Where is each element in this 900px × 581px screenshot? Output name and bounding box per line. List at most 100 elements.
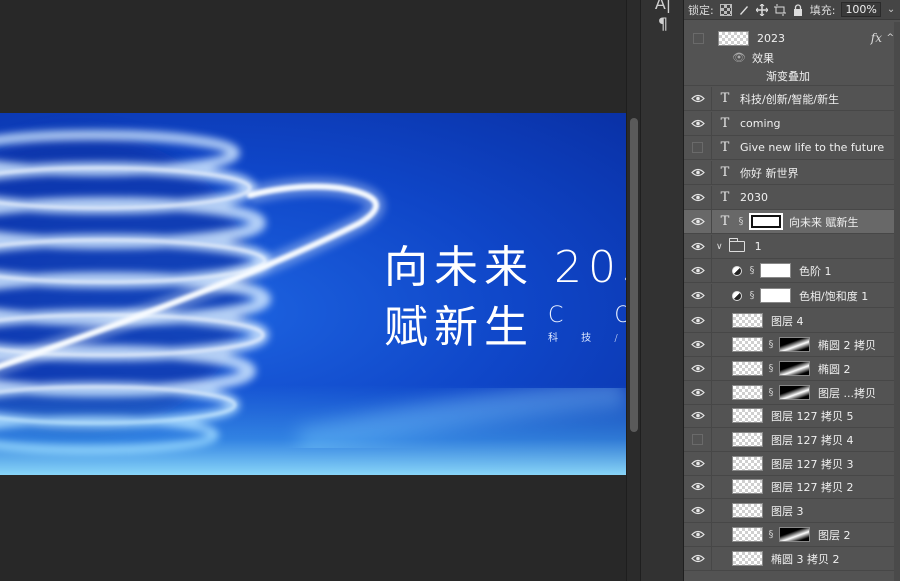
- fill-input[interactable]: 100%: [841, 2, 881, 17]
- layer-thumbnail: [732, 313, 763, 328]
- lock-artboard-icon[interactable]: [773, 3, 786, 16]
- layer-row[interactable]: T 科技/创新/智能/新生: [684, 86, 900, 111]
- layer-name: 图层 127 拷贝 5: [771, 409, 854, 423]
- link-chain-icon[interactable]: §: [766, 387, 776, 398]
- text-layer-icon: T: [720, 165, 730, 180]
- character-icon[interactable]: A|: [653, 0, 673, 14]
- layer-row[interactable]: 图层 127 拷贝 3: [684, 451, 900, 476]
- text-layer-icon: T: [720, 190, 730, 205]
- layer-name: 科技/创新/智能/新生: [740, 92, 840, 106]
- layer-row[interactable]: T § 向未来 赋新生: [684, 209, 900, 234]
- layer-row[interactable]: 图层 127 拷贝 5: [684, 403, 900, 428]
- visibility-toggle[interactable]: [684, 356, 712, 381]
- fx-icon[interactable]: fx: [871, 31, 882, 45]
- layer-row[interactable]: 图层 127 拷贝 4: [684, 427, 900, 452]
- visibility-toggle[interactable]: [684, 522, 712, 547]
- visibility-toggle[interactable]: [684, 135, 712, 160]
- layer-name: coming: [740, 117, 781, 130]
- layer-thumbnail: [732, 432, 763, 447]
- layer-row[interactable]: Tcoming: [684, 111, 900, 136]
- layer-mask-thumbnail[interactable]: [779, 361, 810, 376]
- visibility-off-box: [692, 142, 703, 153]
- adjustment-mask-thumbnail[interactable]: [760, 288, 791, 303]
- layer-row[interactable]: § 椭圆 2: [684, 356, 900, 381]
- scrollbar-thumb[interactable]: [630, 118, 638, 432]
- layer-row[interactable]: § 色相/饱和度 1: [684, 283, 900, 308]
- effects-eye-icon[interactable]: 👁: [732, 51, 746, 64]
- visibility-toggle[interactable]: [684, 283, 712, 308]
- fill-dropdown-chevron-icon[interactable]: ⌄: [887, 4, 895, 15]
- layer-name: 图层 4: [771, 314, 804, 328]
- layer-mask-thumbnail[interactable]: [779, 527, 810, 542]
- visibility-toggle[interactable]: [684, 308, 712, 333]
- layer-row[interactable]: 图层 3: [684, 498, 900, 523]
- layer-row[interactable]: § 图层 ...拷贝: [684, 380, 900, 405]
- panel-tool-strip: A| ¶: [640, 0, 684, 581]
- group-expand-caret-icon[interactable]: ∨: [716, 242, 723, 252]
- lock-transparent-icon[interactable]: [719, 3, 732, 16]
- layer-name: 你好 新世界: [740, 166, 799, 180]
- layer-name: 图层 2: [818, 528, 851, 542]
- visibility-toggle[interactable]: [684, 86, 712, 111]
- layer-row-content: § 椭圆 2 拷贝: [712, 337, 876, 353]
- visibility-toggle[interactable]: [684, 403, 712, 428]
- visibility-toggle[interactable]: [684, 209, 712, 234]
- layer-row[interactable]: § 椭圆 2 拷贝: [684, 332, 900, 357]
- layer-row[interactable]: T Give new life to the future: [684, 135, 900, 160]
- visibility-toggle[interactable]: [684, 234, 712, 259]
- layer-thumbnail: [732, 479, 763, 494]
- layer-mask-thumbnail[interactable]: [779, 337, 810, 352]
- lock-image-brush-icon[interactable]: [738, 4, 750, 16]
- eye-icon: [690, 168, 705, 177]
- layer-name: 色相/饱和度 1: [799, 289, 869, 303]
- layers-panel-scrollbar[interactable]: [894, 22, 900, 581]
- document-artboard[interactable]: 向未来 203 赋新生 C O 科 技 / 创: [0, 113, 626, 475]
- layer-row[interactable]: T 2030: [684, 185, 900, 210]
- link-chain-icon[interactable]: §: [766, 529, 776, 540]
- lock-label: 锁定:: [688, 3, 714, 17]
- visibility-toggle[interactable]: [684, 332, 712, 357]
- bottom-glow: [0, 385, 626, 475]
- adjustment-mask-thumbnail[interactable]: [760, 263, 791, 278]
- layer-row-content: T Give new life to the future: [712, 140, 884, 155]
- visibility-toggle[interactable]: [684, 160, 712, 185]
- link-chain-icon[interactable]: §: [736, 216, 746, 227]
- visibility-toggle[interactable]: [684, 427, 712, 452]
- collapse-caret-icon[interactable]: ^: [886, 33, 894, 43]
- effects-row[interactable]: 👁 效果: [684, 48, 900, 67]
- layer-mask-thumbnail[interactable]: [749, 213, 783, 230]
- visibility-toggle[interactable]: [684, 185, 712, 210]
- link-chain-icon[interactable]: §: [766, 339, 776, 350]
- layer-name: 色阶 1: [799, 264, 832, 278]
- layer-name: 向未来 赋新生: [789, 215, 859, 229]
- layer-row-2023[interactable]: 2023 fx ^: [684, 26, 900, 50]
- link-chain-icon[interactable]: §: [766, 363, 776, 374]
- visibility-toggle[interactable]: [684, 111, 712, 136]
- canvas-vertical-scrollbar[interactable]: [626, 0, 640, 581]
- layer-row-content: § 图层 2: [712, 527, 851, 543]
- visibility-toggle[interactable]: [684, 474, 712, 499]
- visibility-toggle[interactable]: [684, 451, 712, 476]
- effect-gradient-overlay-row[interactable]: 渐变叠加: [684, 66, 900, 86]
- canvas-area[interactable]: 向未来 203 赋新生 C O 科 技 / 创: [0, 0, 626, 581]
- visibility-toggle[interactable]: [684, 380, 712, 405]
- layer-row[interactable]: ∨ 1: [684, 234, 900, 259]
- visibility-toggle[interactable]: [684, 26, 712, 50]
- layer-mask-thumbnail[interactable]: [779, 385, 810, 400]
- visibility-toggle[interactable]: [684, 546, 712, 571]
- paragraph-icon[interactable]: ¶: [653, 14, 673, 34]
- layer-row[interactable]: T 你好 新世界: [684, 160, 900, 185]
- layer-row-content: § 椭圆 2: [712, 361, 851, 377]
- lock-all-icon[interactable]: [792, 3, 804, 16]
- visibility-toggle[interactable]: [684, 498, 712, 523]
- link-chain-icon[interactable]: §: [747, 265, 757, 276]
- layer-row[interactable]: § 色阶 1: [684, 258, 900, 283]
- layer-row[interactable]: § 图层 2: [684, 522, 900, 547]
- layer-name: 2023: [757, 31, 785, 45]
- link-chain-icon[interactable]: §: [747, 290, 757, 301]
- layer-row[interactable]: 图层 127 拷贝 2: [684, 474, 900, 499]
- visibility-toggle[interactable]: [684, 258, 712, 283]
- layer-row[interactable]: 图层 4: [684, 308, 900, 333]
- lock-position-move-icon[interactable]: [755, 3, 768, 16]
- layer-row[interactable]: 椭圆 3 拷贝 2: [684, 546, 900, 571]
